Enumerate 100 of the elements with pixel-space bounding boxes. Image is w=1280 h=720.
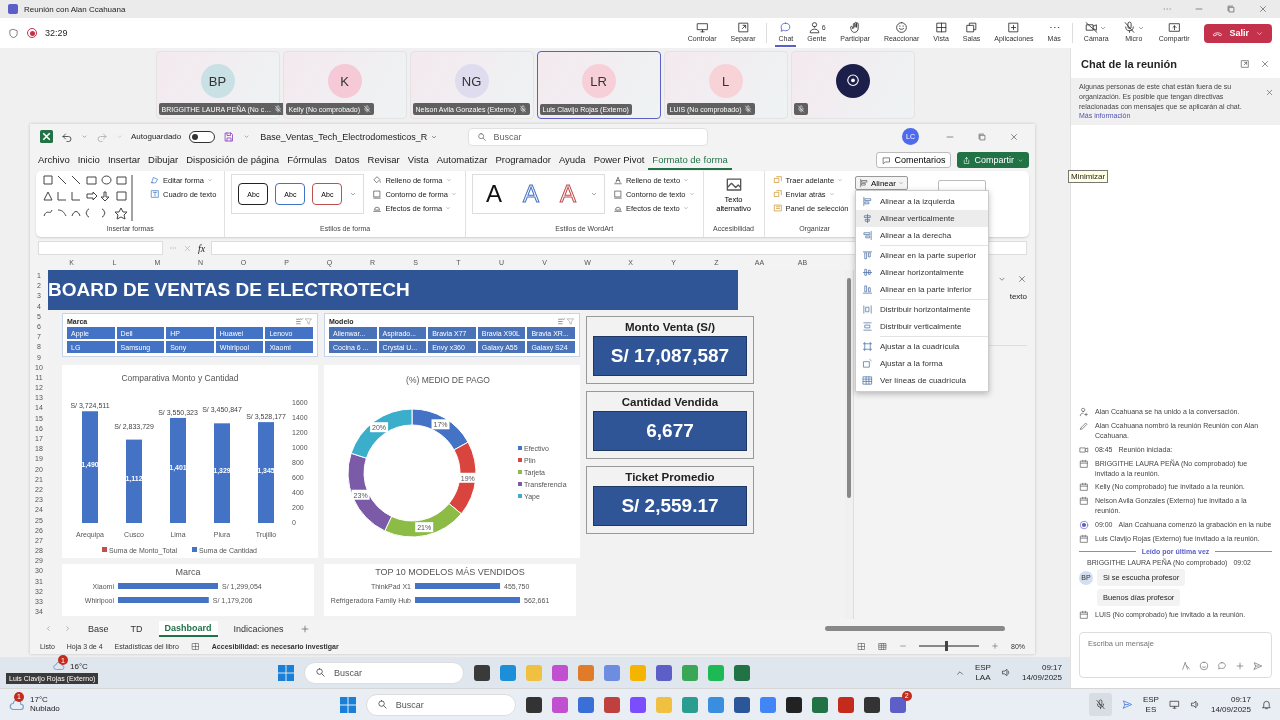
popout-icon[interactable] [1240,59,1250,69]
sheet-tab[interactable]: TD [124,621,149,636]
ribbon-tab[interactable]: Programador [491,150,555,170]
ribbon-tab[interactable]: Revisar [363,150,404,170]
align-button[interactable]: Alinear [855,176,908,190]
ribbon-tab[interactable]: Vista [403,150,433,170]
ribbon-tab[interactable]: Power Pivot [589,150,649,170]
clock-time[interactable]: 09:17 [1041,663,1062,673]
grid-icon[interactable] [857,641,866,651]
sheet-tab[interactable]: Dashboard [158,620,218,637]
close-icon[interactable] [183,243,192,253]
menu-item[interactable]: Alinear en la parte inferior [856,281,988,298]
clock-time[interactable]: 09:17 [1230,695,1251,705]
send-icon[interactable] [1121,699,1133,710]
menu-item[interactable]: Alinear verticalmente [856,210,988,227]
menu-item[interactable]: Ajustar a la forma [856,355,988,372]
mic-off-button[interactable] [1088,693,1112,716]
menu-item[interactable]: Ajustar a la cuadrícula [856,338,988,355]
filter-icon[interactable] [566,317,575,326]
ribbon-tab[interactable]: Archivo [34,150,74,170]
app-icon[interactable] [863,696,880,713]
menu-item[interactable]: Alinear a la derecha [856,227,988,244]
participant-tile[interactable] [790,51,915,119]
input-language[interactable]: ESP [974,663,991,673]
plus-icon[interactable] [1235,661,1245,671]
ribbon-tab[interactable]: Fórmulas [283,150,331,170]
close-icon[interactable] [1260,59,1270,69]
ribbon-tab[interactable]: Datos [330,150,364,170]
close-icon[interactable] [1265,88,1274,97]
mic-off-icon [1094,699,1106,710]
search-field[interactable]: Buscar [365,693,516,716]
speaker-icon[interactable] [1189,699,1201,710]
function-button[interactable]: fx [198,242,206,254]
restore-icon[interactable] [1226,4,1236,14]
ribbon-tab[interactable]: Formato de forma [648,150,732,170]
close-icon[interactable] [1258,4,1268,14]
caret-icon[interactable] [63,624,72,633]
search-field[interactable]: Buscar [468,127,709,146]
ribbon-tab[interactable]: Inicio [73,150,104,170]
redo-icon[interactable] [96,130,108,143]
comments-button[interactable]: Comentarios [876,152,952,168]
ribbon-tab[interactable]: Ayuda [554,150,590,170]
caret-icon[interactable] [349,190,358,198]
menu-item[interactable]: Ver líneas de cuadrícula [856,372,988,389]
plus-icon[interactable] [299,623,310,634]
grid-icon[interactable] [190,641,200,651]
zoom-thumb[interactable] [945,641,948,651]
leave-button[interactable]: Salir [1204,23,1272,43]
windows-logo-icon[interactable] [339,696,356,713]
save-icon[interactable] [223,130,236,143]
person-icon [807,21,821,34]
file-name-button[interactable]: Base_Ventas_Tech_Electrodomesticos_R [258,130,441,143]
share-button[interactable]: Compartir [957,152,1029,168]
menu-item[interactable]: Alinear a la izquierda [856,193,988,210]
caret-icon[interactable] [243,133,251,140]
sheet-tab[interactable]: Base [82,621,115,636]
close-icon[interactable] [1017,274,1027,284]
app-icon[interactable] [733,696,750,713]
input-region[interactable]: LAA [975,672,991,682]
search-icon [477,131,488,142]
plus-icon[interactable] [991,642,999,650]
close-icon[interactable] [1009,131,1019,142]
restore-icon[interactable] [977,131,987,142]
undo-icon[interactable] [61,130,73,143]
minimize-icon[interactable] [899,642,907,650]
caret-icon[interactable] [589,190,598,198]
windows-logo-icon[interactable] [277,664,294,681]
caret-icon[interactable] [81,133,88,140]
sheet-tab[interactable]: Indicaciones [227,621,290,636]
ribbon-tab[interactable]: Automatizar [432,150,492,170]
menu-item[interactable]: Alinear en la parte superior [856,247,988,264]
send-icon[interactable] [1253,661,1263,671]
input-region[interactable]: ES [1145,704,1157,714]
monitor-icon[interactable] [1168,699,1180,710]
speaker-icon[interactable] [1000,667,1012,678]
notification-icon[interactable] [1261,699,1272,710]
menu-item[interactable]: Distribuir horizontalmente [856,301,988,318]
clock-date[interactable]: 14/09/2025 [1210,704,1251,714]
format-icon[interactable] [1181,661,1191,671]
emoji-icon[interactable] [1199,661,1209,671]
ribbon-tab[interactable]: Insertar [103,150,145,170]
filter-icon[interactable] [304,317,313,326]
wordart-preset[interactable]: A [478,179,509,209]
clock-date[interactable]: 14/09/2025 [1021,672,1062,682]
multi-select-icon[interactable] [557,317,566,326]
caret-icon[interactable] [44,624,53,633]
ribbon-tab[interactable]: Disposición de página [182,150,284,170]
ribbon-tab[interactable]: Dibujar [144,150,183,170]
input-language[interactable]: ESP [1142,695,1159,705]
app-icon[interactable] [785,696,802,713]
menu-item[interactable]: Distribuir verticalmente [856,318,988,335]
app-icon[interactable] [473,664,490,681]
multi-select-icon[interactable] [295,317,304,326]
gridlines-icon[interactable] [878,641,887,651]
autosave-toggle[interactable] [189,130,216,143]
app-icon[interactable] [525,696,542,713]
menu-item[interactable]: Alinear horizontalmente [856,264,988,281]
search-field[interactable]: Buscar [303,661,464,684]
horizontal-scrollbar[interactable] [825,626,1005,631]
chat-icon[interactable] [1217,661,1227,671]
